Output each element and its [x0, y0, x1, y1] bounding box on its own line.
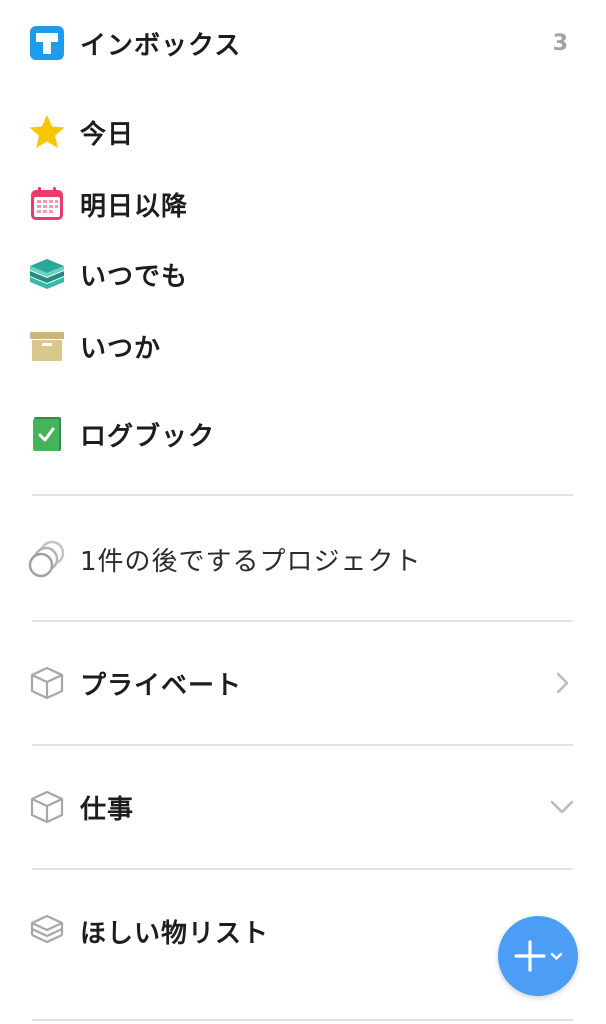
list-item-inbox[interactable]: インボックス 3 [0, 22, 606, 64]
area-label: プライベート [80, 670, 243, 701]
logbook-label: ログブック [80, 421, 216, 452]
later-projects-label: 1件の後でするプロジェクト [80, 546, 422, 577]
area-label: ほしい物リスト [80, 918, 270, 949]
divider [32, 494, 573, 496]
inbox-label: インボックス [80, 30, 242, 61]
archive-box-icon [28, 327, 66, 365]
area-item-private[interactable]: プライベート [0, 662, 606, 704]
area-cube-icon [28, 912, 66, 950]
area-cube-icon [28, 664, 66, 702]
list-item-upcoming[interactable]: 明日以降 [0, 183, 606, 225]
divider [32, 1019, 573, 1021]
divider [32, 620, 573, 622]
area-cube-icon [28, 788, 66, 826]
inbox-icon [28, 24, 66, 62]
list-item-logbook[interactable]: ログブック [0, 413, 606, 455]
chevron-down-icon[interactable] [550, 795, 574, 819]
upcoming-label: 明日以降 [80, 191, 189, 222]
today-label: 今日 [80, 119, 135, 150]
anytime-label: いつでも [80, 261, 189, 292]
later-projects-item[interactable]: 1件の後でするプロジェクト [0, 538, 606, 580]
star-icon [28, 113, 66, 151]
plus-icon [510, 936, 566, 976]
calendar-icon [28, 185, 66, 223]
area-label: 仕事 [80, 794, 135, 825]
chevron-right-icon[interactable] [550, 671, 574, 695]
someday-label: いつか [80, 333, 162, 364]
divider [32, 744, 573, 746]
later-projects-icon [28, 540, 66, 578]
logbook-icon [28, 415, 66, 453]
list-item-someday[interactable]: いつか [0, 325, 606, 367]
layers-icon [28, 255, 66, 293]
inbox-count: 3 [552, 30, 568, 56]
divider [32, 868, 573, 870]
list-item-today[interactable]: 今日 [0, 111, 606, 153]
area-item-work[interactable]: 仕事 [0, 786, 606, 828]
add-button[interactable] [498, 916, 578, 996]
list-item-anytime[interactable]: いつでも [0, 253, 606, 295]
